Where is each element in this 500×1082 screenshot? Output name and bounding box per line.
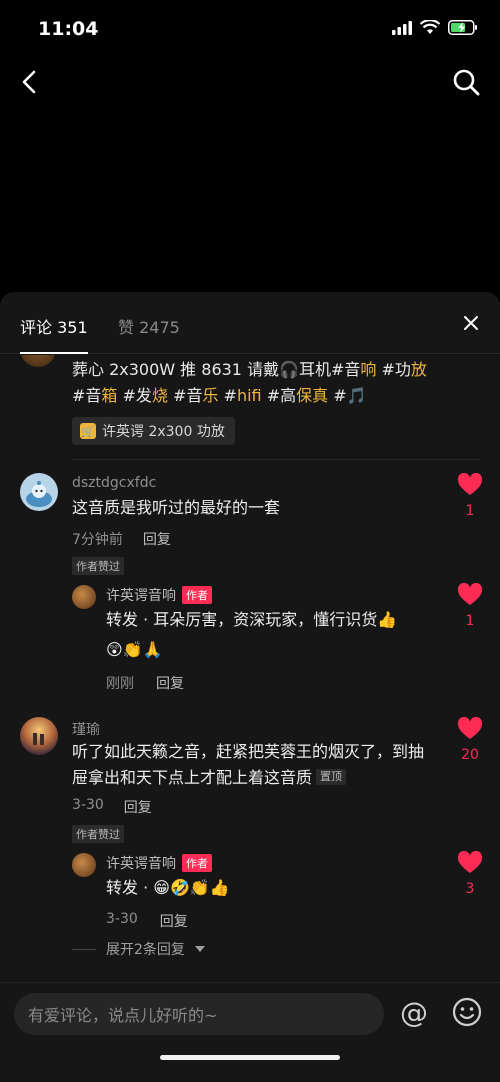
search-icon[interactable] [450,66,482,98]
reply-author[interactable]: 许英谔音响 作者 [106,585,212,605]
signal-icon [392,20,412,35]
like-button[interactable]: 1 [456,582,484,629]
divider [72,459,480,460]
product-tag[interactable]: 🛒 许英谔 2x300 功放 [72,417,235,445]
hashtag-text[interactable]: 放 [411,360,427,379]
reply-author-name: 许英谔音响 [106,856,176,872]
heart-icon [457,472,483,495]
reply-author[interactable]: 许英谔音响 作者 [106,853,212,873]
comment-time: 3-30 [72,797,104,813]
like-count: 3 [465,881,475,897]
emoji-icon[interactable] [450,995,484,1029]
comment-input[interactable]: 有爱评论，说点儿好听的~ [14,993,384,1035]
author-liked-badge: 作者赞过 [72,557,124,575]
like-count: 20 [461,747,479,763]
status-icons [392,20,478,35]
reply-button[interactable]: 回复 [143,529,171,549]
wifi-icon [420,20,440,34]
like-button[interactable]: 20 [456,716,484,763]
comment-meta: 3-30 回复 [72,797,152,817]
home-indicator[interactable] [160,1055,340,1060]
comment-text-block: 听了如此天籁之音，赶紧把芙蓉王的烟灭了，到抽屉拿出和天下点上才配上着这音质 置顶 [72,739,432,791]
expand-replies-button[interactable]: 展开2条回复 [72,939,205,959]
hashtag-text[interactable]: 保真 [296,386,328,405]
avatar[interactable] [20,473,58,511]
caption-text: #高 [261,386,297,405]
caption-text: #🎵 [328,386,367,405]
comment-text: 这音质是我听过的最好的一套 [72,498,281,517]
caption-text: # [218,386,237,405]
author-badge: 作者 [182,854,212,872]
hashtag-text[interactable]: 响 [360,360,376,379]
comment-item: 瑾瑜 听了如此天籁之音，赶紧把芙蓉王的烟灭了，到抽屉拿出和天下点上才配上着这音质… [0,716,500,985]
pinned-badge: 置顶 [316,769,347,785]
reply-button[interactable]: 回复 [160,911,188,931]
reply-author-name: 许英谔音响 [106,588,176,604]
expand-replies-label: 展开2条回复 [106,942,185,958]
back-icon[interactable] [16,66,44,98]
comment-sheet: 评论 351 赞 2475 葬心 2x300W 推 8631 请戴🎧耳机#音响 … [0,292,500,1082]
status-time: 11:04 [38,18,99,40]
hashtag-text[interactable]: hifi [237,386,262,405]
at-mention-icon[interactable]: @ [396,995,432,1031]
reply-meta: 刚刚 回复 [106,673,184,693]
close-icon[interactable] [462,314,480,332]
avatar[interactable] [72,585,96,609]
reply-text: 转发 · 😁🤣👏👍 [106,878,230,897]
comment-time: 7分钟前 [72,532,123,548]
sheet-tabs: 评论 351 赞 2475 [0,292,500,354]
heart-icon [457,582,483,605]
like-button[interactable]: 3 [456,850,484,897]
hashtag-text[interactable]: 乐 [202,386,218,405]
comment-input-placeholder: 有爱评论，说点儿好听的~ [28,1006,218,1025]
caption-text: #发 [117,386,152,405]
cart-icon: 🛒 [80,423,96,439]
divider [72,948,96,950]
avatar[interactable] [20,717,58,755]
commenter-name[interactable]: dsztdgcxfdc [72,475,156,491]
author-badge: 作者 [182,586,212,604]
like-count: 1 [465,613,475,629]
comment-list[interactable]: 葬心 2x300W 推 8631 请戴🎧耳机#音响 #功放 #音箱 #发烧 #音… [0,355,500,985]
battery-charging-icon [448,20,477,35]
avatar[interactable] [72,853,96,877]
reply-time: 3-30 [106,911,138,927]
comment-input-bar: 有爱评论，说点儿好听的~ @ [0,982,500,1082]
tab-comments[interactable]: 评论 351 [20,314,88,354]
caption-text: #音 [167,386,203,405]
hashtag-text[interactable]: 烧 [152,386,168,405]
like-button[interactable]: 1 [456,472,484,519]
heart-icon [457,716,483,739]
reply-button[interactable]: 回复 [124,797,152,817]
like-count: 1 [465,503,475,519]
hashtag-text[interactable]: 箱 [101,386,117,405]
post-caption: 葬心 2x300W 推 8631 请戴🎧耳机#音响 #功放 #音箱 #发烧 #音… [72,357,432,409]
comment-text: 听了如此天籁之音，赶紧把芙蓉王的烟灭了，到抽屉拿出和天下点上才配上着这音质 [72,742,425,787]
reply-time: 刚刚 [106,676,134,692]
reply-meta: 3-30 回复 [106,911,188,931]
caption-text: #功 [376,360,411,379]
reply-text: 转发 · 耳朵厉害，资深玩家，懂行识货👍 [106,610,398,629]
author-liked-badge: 作者赞过 [72,825,124,843]
reply-text-line2: 😲👏🙏 [106,640,163,659]
heart-icon [457,850,483,873]
caret-down-icon [194,946,205,952]
reply-button[interactable]: 回复 [156,673,184,693]
avatar-photo-icon [20,717,58,755]
tab-likes[interactable]: 赞 2475 [118,314,180,338]
comment-item: dsztdgcxfdc 这音质是我听过的最好的一套 7分钟前 回复 作者赞过 1… [0,472,500,703]
status-bar: 11:04 [0,0,500,60]
avatar-cartoon-icon [20,473,58,511]
caption-text: 葬心 2x300W 推 8631 请戴🎧耳机#音 [72,360,361,379]
commenter-name[interactable]: 瑾瑜 [72,719,100,739]
caption-text: #音 [72,386,102,405]
author-avatar[interactable] [20,355,56,367]
product-tag-label: 许英谔 2x300 功放 [102,424,225,440]
top-nav [0,60,500,104]
comment-meta: 7分钟前 回复 [72,529,171,549]
